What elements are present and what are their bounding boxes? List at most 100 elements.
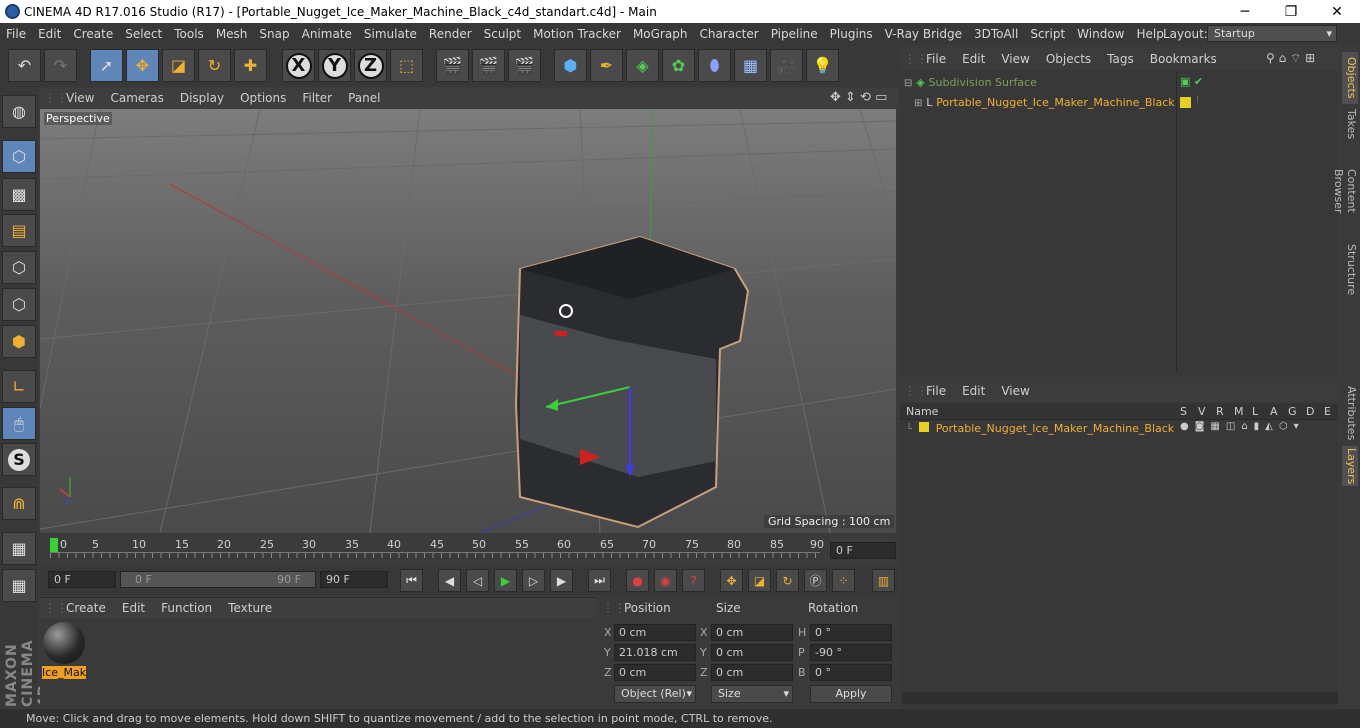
tab-objects[interactable]: Objects [1342, 52, 1358, 104]
cube-primitive-button[interactable]: ⬢ [554, 49, 587, 82]
menu-snap[interactable]: Snap [253, 27, 295, 41]
viewport-menu-view[interactable]: View [58, 91, 102, 105]
viewport-menu-display[interactable]: Display [172, 91, 232, 105]
key-rotation-button[interactable]: ↻ [776, 569, 799, 592]
undo-button[interactable]: ↶ [8, 49, 41, 82]
render-picture-viewer-button[interactable]: 🎬 [472, 49, 505, 82]
menu-edit[interactable]: Edit [32, 27, 67, 41]
timeline-playhead[interactable] [50, 538, 58, 552]
material-menu-create[interactable]: Create [58, 601, 114, 615]
timeline-window-button[interactable]: ▥ [872, 569, 895, 592]
tab-structure[interactable]: Structure [1342, 242, 1358, 298]
floor-button[interactable]: ▦ [734, 49, 767, 82]
apply-button[interactable]: Apply [810, 685, 892, 703]
frame-range-slider[interactable]: 0 F 90 F [120, 571, 316, 588]
tab-layers[interactable]: Layers [1342, 446, 1358, 486]
layout-dropdown[interactable]: Startup ▾ [1207, 25, 1337, 42]
recent-tools-button[interactable]: ✚ [234, 49, 267, 82]
tweak-mode-button[interactable]: 🖱 [2, 407, 36, 440]
pen-spline-button[interactable]: ✒ [590, 49, 623, 82]
size-z-field[interactable]: 0 cm [711, 664, 793, 681]
texture-mode-button[interactable]: ▩ [2, 178, 36, 211]
light-button[interactable]: 💡 [806, 49, 839, 82]
next-frame-button[interactable]: ▷ [522, 569, 545, 592]
previous-key-button[interactable]: ◀ [438, 569, 461, 592]
position-y-field[interactable]: 21.018 cm [614, 644, 696, 661]
camera-button[interactable]: 🎥 [770, 49, 803, 82]
material-menu-edit[interactable]: Edit [114, 601, 153, 615]
start-frame-field[interactable]: 0 F [48, 571, 116, 588]
solo-button[interactable]: S [2, 443, 36, 476]
snap-button[interactable]: ⋒ [2, 487, 36, 520]
go-to-start-button[interactable]: ⏮ [400, 569, 423, 592]
key-position-button[interactable]: ✥ [720, 569, 743, 592]
rotation-b-field[interactable]: 0 ° [810, 664, 892, 681]
material-menu-function[interactable]: Function [153, 601, 220, 615]
size-mode-dropdown[interactable]: Size ▾ [711, 685, 793, 703]
subdivision-surface-button[interactable]: ◈ [626, 49, 659, 82]
tab-content-browser[interactable]: Content Browser [1332, 146, 1358, 236]
menu-motion-tracker[interactable]: Motion Tracker [527, 27, 627, 41]
viewport-menu-cameras[interactable]: Cameras [102, 91, 171, 105]
workplane-mode-button[interactable]: ▤ [2, 214, 36, 247]
layer-toggle-icons[interactable]: ●◙▦◫⌂▮◭⬡▾ [1180, 421, 1305, 432]
layer-menu-view[interactable]: View [993, 384, 1037, 398]
menu-script[interactable]: Script [1024, 27, 1071, 41]
position-x-field[interactable]: 0 cm [614, 624, 696, 641]
keyframe-selection-button[interactable]: ? [682, 569, 705, 592]
rotation-p-field[interactable]: -90 ° [810, 644, 892, 661]
menu-mograph[interactable]: MoGraph [627, 27, 694, 41]
menu-select[interactable]: Select [119, 27, 168, 41]
x-axis-button[interactable]: X [282, 49, 315, 82]
menu-mesh[interactable]: Mesh [210, 27, 254, 41]
edges-mode-button[interactable]: ⬡ [2, 288, 36, 321]
go-to-end-button[interactable]: ⏭ [588, 569, 611, 592]
tab-takes[interactable]: Takes [1342, 106, 1358, 142]
next-key-button[interactable]: ▶ [550, 569, 573, 592]
previous-frame-button[interactable]: ◁ [466, 569, 489, 592]
menu-sculpt[interactable]: Sculpt [478, 27, 527, 41]
key-pla-button[interactable]: ⁘ [832, 569, 855, 592]
points-mode-button[interactable]: ⬡ [2, 251, 36, 284]
scale-tool-button[interactable]: ◪ [162, 49, 195, 82]
workplane-grid-button[interactable]: ▦ [2, 569, 36, 602]
viewport-menu-options[interactable]: Options [232, 91, 294, 105]
material-menu-texture[interactable]: Texture [220, 601, 280, 615]
timeline-ruler[interactable]: 0 5 10 15 20 25 30 35 40 45 50 55 60 65 … [40, 534, 898, 564]
object-row-subdivision[interactable]: ⊟ ◈ Subdivision Surface ▣ ✔ [904, 75, 1334, 93]
menu-3dtoall[interactable]: 3DToAll [968, 27, 1024, 41]
render-view-button[interactable]: 🎬 [436, 49, 469, 82]
key-parameter-button[interactable]: Ⓟ [804, 569, 827, 592]
minimize-button[interactable]: ─ [1222, 0, 1268, 23]
viewport-camera-label[interactable]: Perspective [44, 112, 112, 125]
viewport-nav-icons[interactable]: ✥ ⇕ ⟲ ▭ [830, 90, 887, 105]
menu-plugins[interactable]: Plugins [824, 27, 879, 41]
menu-character[interactable]: Character [693, 27, 764, 41]
cloner-button[interactable]: ✿ [662, 49, 695, 82]
menu-window[interactable]: Window [1071, 27, 1130, 41]
object-toolbar-icons[interactable]: ⚲ ⌂ ⌔ ⊞ [1266, 51, 1315, 66]
object-row-ice-maker[interactable]: ⊞ L Portable_Nugget_Ice_Maker_Machine_Bl… [914, 95, 1334, 113]
size-x-field[interactable]: 0 cm [711, 624, 793, 641]
menu-vray-bridge[interactable]: V-Ray Bridge [879, 27, 968, 41]
record-key-button[interactable]: ● [626, 569, 649, 592]
end-frame-field[interactable]: 90 F [320, 571, 388, 588]
3d-viewport[interactable]: Perspective Grid Spacing : 100 cm [40, 109, 896, 533]
render-settings-button[interactable]: 🎬 [508, 49, 541, 82]
layer-horizontal-scrollbar[interactable] [902, 692, 1338, 704]
z-axis-button[interactable]: Z [354, 49, 387, 82]
material-thumbnail[interactable]: Ice_Mak [42, 622, 86, 679]
viewport-menu-panel[interactable]: Panel [340, 91, 388, 105]
y-axis-button[interactable]: Y [318, 49, 351, 82]
coordinate-mode-dropdown[interactable]: Object (Rel) ▾ [614, 685, 696, 703]
layer-menu-edit[interactable]: Edit [954, 384, 993, 398]
position-z-field[interactable]: 0 cm [614, 664, 696, 681]
redo-button[interactable]: ↷ [44, 49, 77, 82]
autokey-button[interactable]: ◉ [654, 569, 677, 592]
object-menu-view[interactable]: View [993, 52, 1037, 66]
menu-create[interactable]: Create [67, 27, 119, 41]
move-tool-button[interactable]: ✥ [126, 49, 159, 82]
make-editable-button[interactable]: ◍ [2, 95, 36, 128]
current-frame-field[interactable]: 0 F [830, 542, 896, 559]
live-select-button[interactable]: ➚ [90, 49, 123, 82]
